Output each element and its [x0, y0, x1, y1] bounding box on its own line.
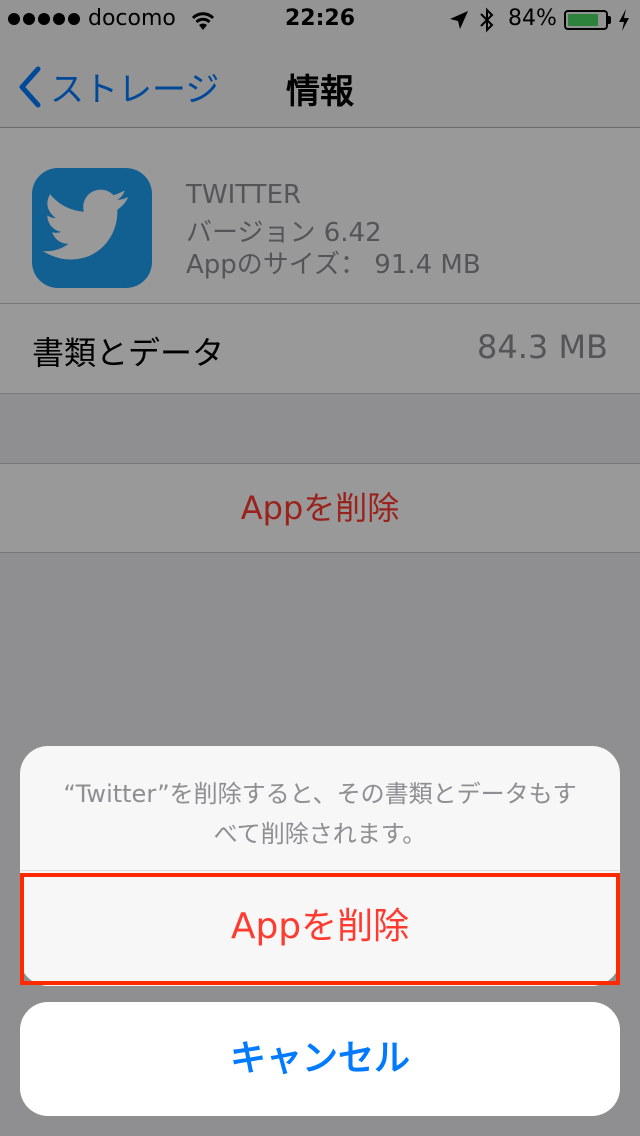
cancel-button[interactable]: キャンセル [20, 1002, 620, 1116]
action-sheet: “Twitter”を削除すると、その書類とデータもすべて削除されます。 Appを… [20, 746, 620, 986]
action-sheet-message: “Twitter”を削除すると、その書類とデータもすべて削除されます。 [63, 780, 577, 848]
delete-app-button[interactable]: Appを削除 [20, 871, 620, 986]
screen: docomo 22:26 84% ストレージ 情報 TWITTER バージョン … [0, 0, 640, 1136]
